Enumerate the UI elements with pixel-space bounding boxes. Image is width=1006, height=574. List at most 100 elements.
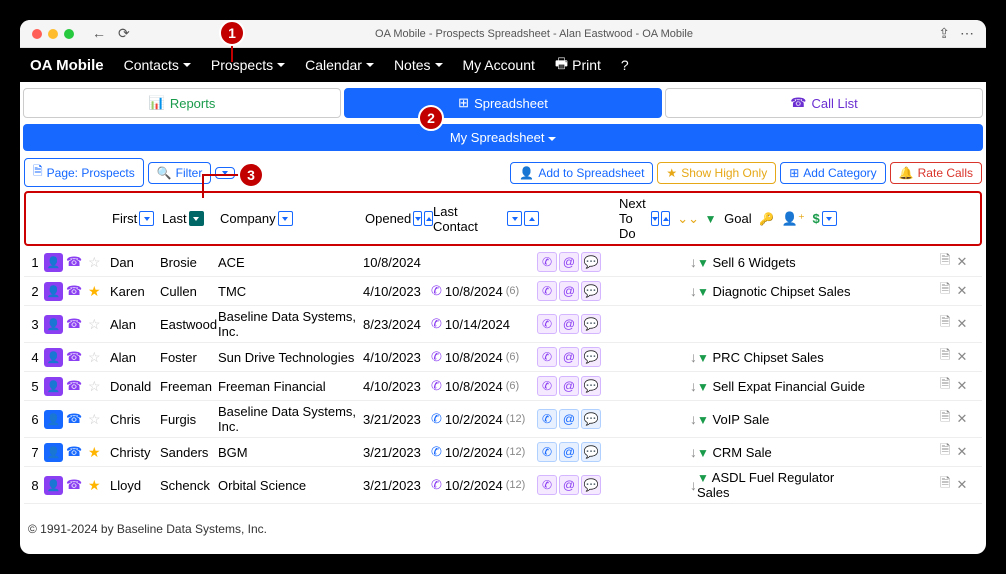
document-icon[interactable]: 🗎	[940, 441, 950, 463]
email-action[interactable]: @	[559, 252, 579, 272]
phone-icon[interactable]: ☎	[66, 254, 82, 269]
email-action[interactable]: @	[559, 347, 579, 367]
call-action[interactable]: ✆	[537, 376, 557, 396]
close-icon[interactable]: ✕	[956, 283, 967, 299]
add-category-button[interactable]: ⊞Add Category	[780, 162, 885, 184]
sort-opened-up[interactable]	[424, 211, 433, 226]
phone-icon[interactable]: ☎	[66, 349, 82, 364]
person-icon[interactable]: 👤	[44, 348, 63, 367]
person-icon[interactable]: 👤	[44, 443, 63, 462]
reload-icon[interactable]: ⟳	[118, 25, 130, 42]
call-action[interactable]: ✆	[537, 281, 557, 301]
phone-icon[interactable]: ☎	[66, 283, 82, 298]
star-icon[interactable]: ★	[88, 283, 101, 299]
close-icon[interactable]: ✕	[956, 316, 967, 332]
share-icon[interactable]: ⇪	[938, 25, 950, 42]
document-icon[interactable]: 🗎	[940, 280, 950, 302]
call-action[interactable]: ✆	[537, 475, 557, 495]
filter-dropdown[interactable]	[215, 167, 235, 179]
menu-myaccount[interactable]: My Account	[455, 53, 543, 77]
email-action[interactable]: @	[559, 442, 579, 462]
message-action[interactable]: 💬	[581, 314, 601, 334]
rate-calls-button[interactable]: 🔔Rate Calls	[890, 162, 982, 184]
phone-icon[interactable]: ☎	[66, 316, 82, 331]
email-action[interactable]: @	[559, 281, 579, 301]
call-action[interactable]: ✆	[537, 347, 557, 367]
menu-contacts[interactable]: Contacts	[116, 53, 199, 77]
sort-lastcontact-down[interactable]	[507, 211, 522, 226]
minimize-dot[interactable]	[48, 29, 58, 39]
sort-nexttodo-down[interactable]	[651, 211, 659, 226]
email-action[interactable]: @	[559, 376, 579, 396]
sort-last-down-active[interactable]	[189, 211, 204, 226]
email-action[interactable]: @	[559, 314, 579, 334]
menu-notes[interactable]: Notes	[386, 53, 451, 77]
sort-nexttodo-up[interactable]	[661, 211, 669, 226]
phone-icon[interactable]: ☎	[66, 411, 82, 426]
menu-calendar[interactable]: Calendar	[297, 53, 382, 77]
close-icon[interactable]: ✕	[956, 411, 967, 427]
star-icon[interactable]: ☆	[88, 316, 101, 332]
call-action[interactable]: ✆	[537, 409, 557, 429]
goal-cell: ▼ CRM Sale	[697, 445, 867, 460]
star-icon[interactable]: ☆	[88, 411, 101, 427]
star-icon[interactable]: ★	[88, 444, 101, 460]
document-icon[interactable]: 🗎	[940, 251, 950, 273]
call-action[interactable]: ✆	[537, 442, 557, 462]
close-dot[interactable]	[32, 29, 42, 39]
message-action[interactable]: 💬	[581, 442, 601, 462]
call-action[interactable]: ✆	[537, 252, 557, 272]
call-action[interactable]: ✆	[537, 314, 557, 334]
close-icon[interactable]: ✕	[956, 378, 967, 394]
menu-print[interactable]: 🖶Print	[547, 49, 609, 81]
message-action[interactable]: 💬	[581, 347, 601, 367]
show-high-button[interactable]: ★Show High Only	[657, 162, 776, 184]
person-icon[interactable]: 👤	[44, 315, 63, 334]
sort-lastcontact-up[interactable]	[524, 211, 539, 226]
close-icon[interactable]: ✕	[956, 349, 967, 365]
message-action[interactable]: 💬	[581, 252, 601, 272]
sort-goal-down[interactable]	[822, 211, 837, 226]
maximize-dot[interactable]	[64, 29, 74, 39]
menu-help[interactable]: ?	[613, 53, 637, 77]
close-icon[interactable]: ✕	[956, 444, 967, 460]
document-icon[interactable]: 🗎	[940, 313, 950, 335]
sort-company-down[interactable]	[278, 211, 293, 226]
close-icon[interactable]: ✕	[956, 477, 967, 493]
message-action[interactable]: 💬	[581, 376, 601, 396]
star-icon[interactable]: ☆	[88, 349, 101, 365]
phone-icon[interactable]: ☎	[66, 444, 82, 459]
sort-opened-down[interactable]	[413, 211, 422, 226]
menu-prospects[interactable]: Prospects	[203, 53, 293, 77]
message-action[interactable]: 💬	[581, 409, 601, 429]
person-icon[interactable]: 👤	[44, 377, 63, 396]
message-action[interactable]: 💬	[581, 475, 601, 495]
person-icon[interactable]: 👤	[44, 476, 63, 495]
tab-reports[interactable]: 📊Reports	[23, 88, 341, 118]
sort-first-down[interactable]	[139, 211, 154, 226]
more-icon[interactable]: ⋯	[960, 25, 974, 42]
document-icon[interactable]: 🗎	[940, 408, 950, 430]
add-spreadsheet-button[interactable]: 👤Add to Spreadsheet	[510, 162, 653, 184]
person-icon[interactable]: 👤	[44, 253, 63, 272]
document-icon[interactable]: 🗎	[940, 474, 950, 496]
document-icon[interactable]: 🗎	[940, 346, 950, 368]
phone-icon[interactable]: ☎	[66, 378, 82, 393]
person-icon[interactable]: 👤	[44, 410, 63, 429]
star-icon[interactable]: ☆	[88, 254, 101, 270]
page-button[interactable]: 🗎Page: Prospects	[24, 158, 144, 187]
email-action[interactable]: @	[559, 409, 579, 429]
tab-calllist[interactable]: ☎Call List	[665, 88, 983, 118]
spreadsheet-selector[interactable]: My Spreadsheet	[23, 124, 983, 151]
star-icon[interactable]: ☆	[88, 378, 101, 394]
document-icon[interactable]: 🗎	[940, 375, 950, 397]
message-action[interactable]: 💬	[581, 281, 601, 301]
phone-icon[interactable]: ☎	[66, 477, 82, 492]
window-controls[interactable]	[32, 29, 74, 39]
star-icon[interactable]: ★	[88, 477, 101, 493]
email-action[interactable]: @	[559, 475, 579, 495]
close-icon[interactable]: ✕	[956, 254, 967, 270]
person-icon[interactable]: 👤	[44, 282, 63, 301]
back-icon[interactable]: ←	[92, 25, 106, 42]
tab-spreadsheet[interactable]: ⊞Spreadsheet	[344, 88, 662, 118]
